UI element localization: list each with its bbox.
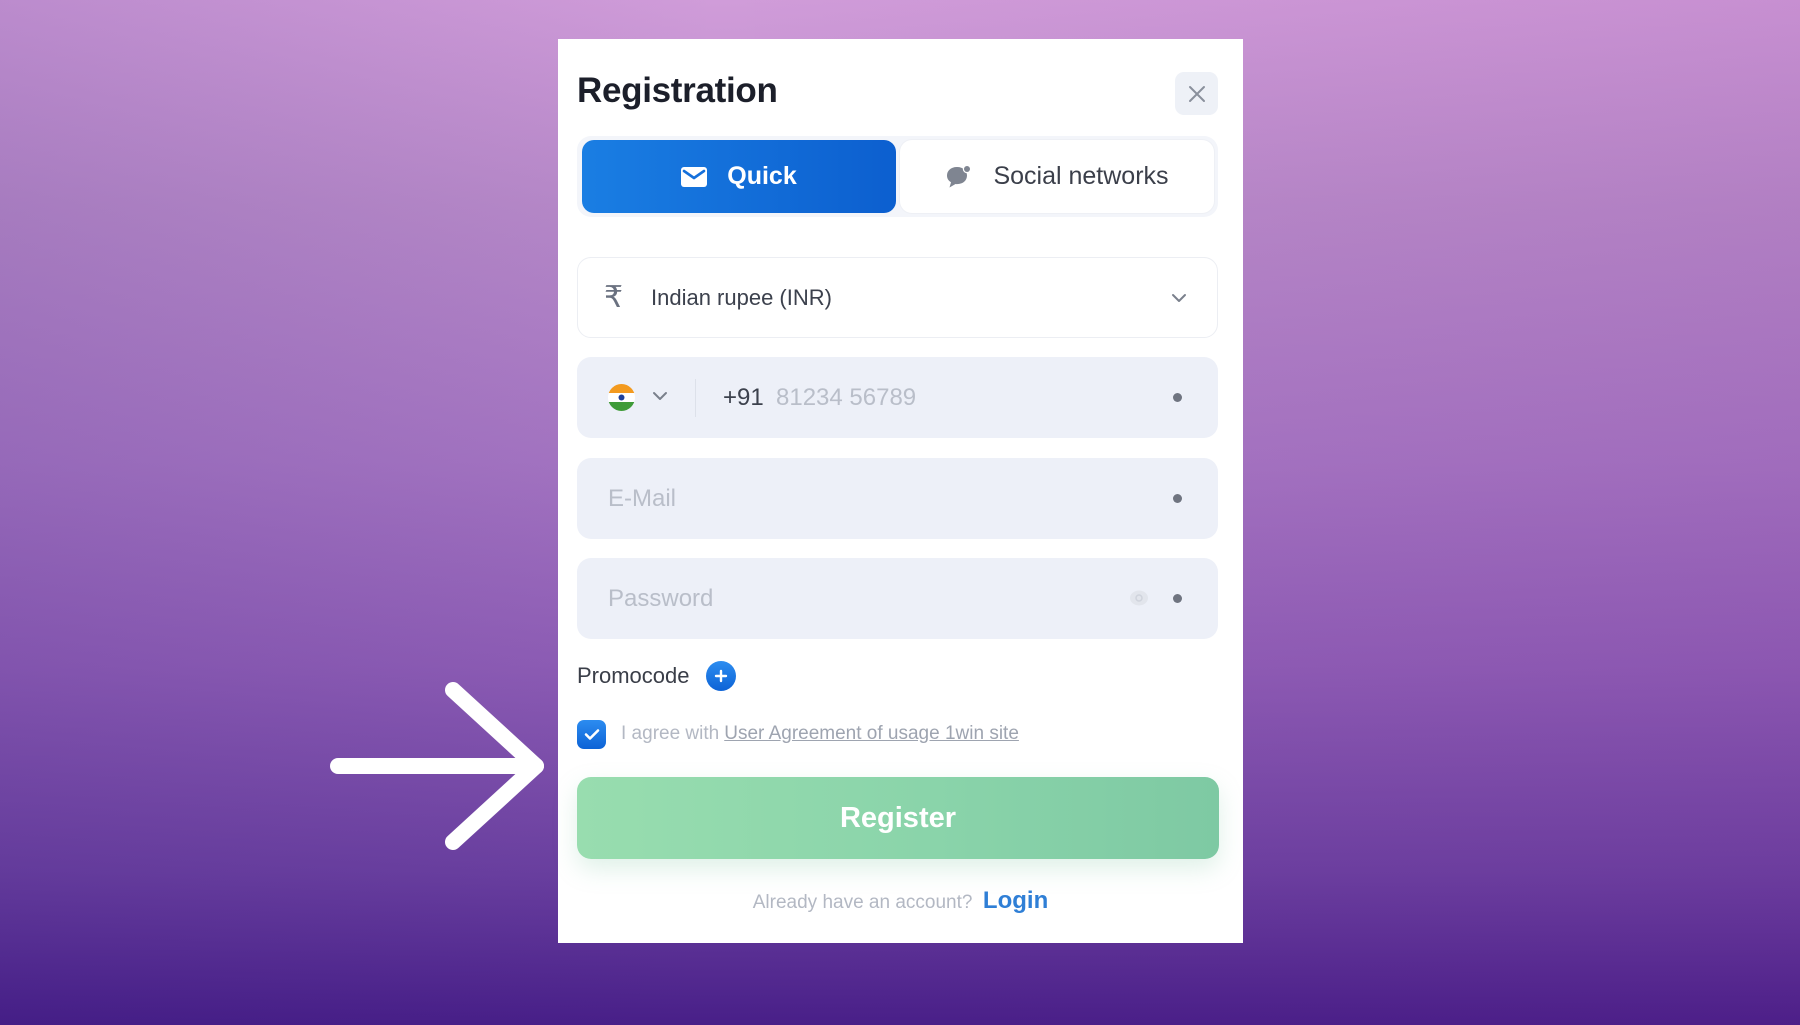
currency-select[interactable]: ₹ Indian rupee (INR) bbox=[577, 257, 1218, 338]
country-chevron-down-icon[interactable] bbox=[652, 391, 668, 401]
tab-social-label: Social networks bbox=[993, 162, 1169, 190]
checkmark-icon bbox=[584, 728, 599, 740]
modal-title: Registration bbox=[577, 71, 778, 110]
tab-social-networks[interactable]: Social networks bbox=[900, 140, 1214, 213]
login-link[interactable]: Login bbox=[983, 887, 1048, 914]
registration-modal: Registration Quick Social networks ₹ Ind… bbox=[558, 39, 1243, 943]
required-dot-icon bbox=[1173, 393, 1182, 402]
agreement-row: I agree with User Agreement of usage 1wi… bbox=[577, 719, 1019, 749]
registration-tabs: Quick Social networks bbox=[577, 136, 1218, 217]
register-button[interactable]: Register bbox=[577, 777, 1219, 859]
phone-prefix: +91 bbox=[723, 383, 764, 411]
password-input[interactable] bbox=[606, 583, 1110, 614]
user-agreement-link[interactable]: User Agreement of usage 1win site bbox=[724, 723, 1019, 745]
arrow-right-icon bbox=[330, 682, 544, 850]
promocode-label: Promocode bbox=[577, 663, 690, 688]
password-field bbox=[577, 558, 1218, 639]
required-dot-icon bbox=[1173, 594, 1182, 603]
phone-input[interactable] bbox=[774, 382, 1108, 413]
close-button[interactable] bbox=[1175, 72, 1218, 115]
tab-quick[interactable]: Quick bbox=[582, 140, 896, 213]
chevron-down-icon bbox=[1172, 293, 1186, 302]
agreement-checkbox[interactable] bbox=[577, 719, 606, 749]
eye-icon[interactable] bbox=[1129, 589, 1149, 607]
india-flag-icon[interactable] bbox=[608, 384, 635, 411]
phone-field: +91 bbox=[577, 357, 1218, 438]
promocode-toggle[interactable]: Promocode bbox=[577, 659, 736, 693]
rupee-icon: ₹ bbox=[604, 281, 624, 314]
email-input[interactable] bbox=[606, 483, 1110, 514]
tab-quick-label: Quick bbox=[727, 162, 797, 190]
chat-bubble-icon bbox=[947, 164, 972, 187]
phone-divider bbox=[695, 379, 696, 417]
login-prompt: Already have an account? Login bbox=[558, 887, 1243, 915]
plus-icon[interactable] bbox=[705, 661, 736, 691]
required-dot-icon bbox=[1173, 494, 1182, 503]
envelope-icon bbox=[681, 166, 708, 187]
login-prompt-text: Already have an account? bbox=[752, 892, 973, 913]
email-field bbox=[577, 458, 1218, 539]
currency-selected-value: Indian rupee (INR) bbox=[651, 284, 832, 310]
agreement-text: I agree with bbox=[621, 723, 720, 744]
close-icon bbox=[1188, 85, 1205, 102]
